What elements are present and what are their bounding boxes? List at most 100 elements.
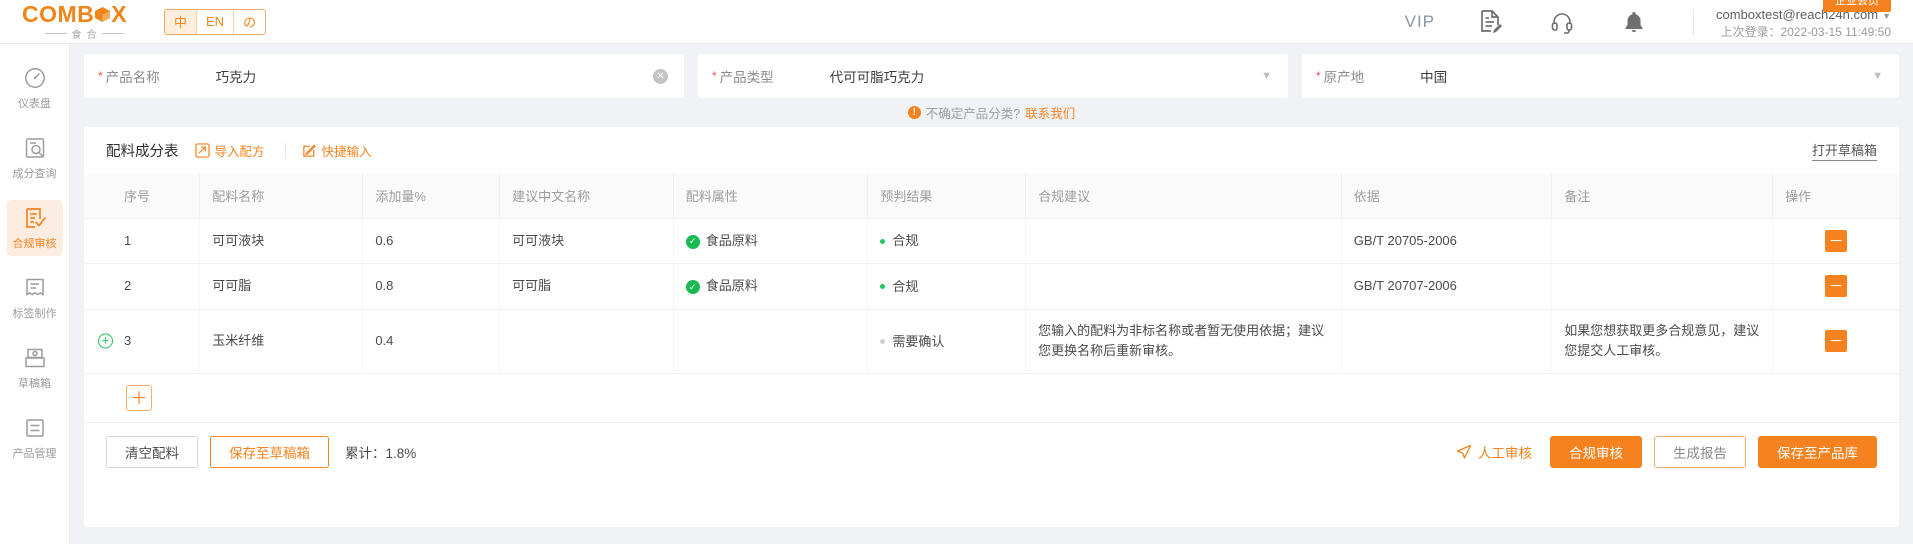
table-row[interactable]: + 3 玉米纤维 0.4 需要确认 您输入的配料为非标名称或者暂无使用依据；建议… [84, 309, 1899, 375]
sidebar-item-ingredient-search[interactable]: 成分查询 [7, 130, 63, 186]
th-basis: 依据 [1341, 173, 1553, 219]
total-amount-text: 累计：1.8% [345, 446, 417, 462]
manual-review-link[interactable]: 人工审核 [1456, 442, 1532, 462]
cell-note: 如果您想获取更多合规意见，建议您提交人工审核。 [1551, 309, 1774, 375]
cell-prediction: 合规 [867, 218, 1027, 265]
product-type-field[interactable]: * 产品类型 代可可脂巧克力 ▼ [698, 54, 1288, 98]
add-row-inline-icon[interactable]: + [98, 333, 113, 349]
cell-amount[interactable]: 0.4 [362, 309, 501, 375]
bell-icon[interactable] [1621, 9, 1647, 35]
logo-wordmark: COMB X [22, 2, 146, 25]
cell-name[interactable]: 玉米纤维 [199, 309, 364, 375]
product-name-label: 产品名称 [105, 70, 160, 85]
cell-name[interactable]: 可可液块 [199, 218, 364, 265]
index-label: 3 [124, 332, 132, 348]
product-name-value[interactable]: 巧克力 [216, 66, 257, 86]
remove-row-button[interactable]: － [1825, 230, 1848, 252]
cell-suggestion: 您输入的配料为非标名称或者暂无使用依据；建议您更换名称后重新审核。 [1025, 309, 1342, 375]
table-header-row: 序号 配料名称 添加量% 建议中文名称 配料属性 预判结果 合规建议 依据 备注… [84, 173, 1899, 219]
attribute-label: 食品原料 [705, 278, 758, 294]
save-draft-button[interactable]: 保存至草稿箱 [210, 436, 329, 469]
cell-index: + 3 [84, 309, 201, 375]
attribute-tag: ✓ 食品原料 [685, 231, 758, 252]
lang-option-zh[interactable]: 中 [165, 9, 198, 34]
open-draft-box-link[interactable]: 打开草稿箱 [1811, 140, 1877, 161]
generate-report-button[interactable]: 生成报告 [1654, 436, 1746, 469]
status-dot-icon [880, 339, 886, 345]
chevron-down-icon[interactable]: ▼ [1872, 70, 1883, 82]
sidebar-item-dashboard[interactable]: 仪表盘 [7, 60, 63, 116]
clear-ingredients-button[interactable]: 清空配料 [106, 436, 198, 469]
table-row[interactable]: 2 可可脂 0.8 可可脂 ✓ 食品原料 合规 GB/T 20707-2006 … [84, 263, 1899, 310]
quick-input-label: 快捷输入 [321, 144, 372, 159]
chevron-down-icon[interactable]: ▼ [1261, 70, 1272, 82]
lang-option-ja[interactable]: の [234, 10, 265, 34]
hint-text: 不确定产品分类? [925, 106, 1021, 121]
cell-name[interactable]: 可可脂 [199, 263, 364, 310]
document-edit-icon[interactable] [1477, 9, 1503, 35]
save-to-product-library-button[interactable]: 保存至产品库 [1758, 436, 1877, 469]
lang-option-en[interactable]: EN [197, 9, 235, 34]
th-attribute: 配料属性 [673, 173, 869, 219]
manual-review-label: 人工审核 [1478, 446, 1532, 462]
th-suggestion: 合规建议 [1025, 173, 1342, 219]
dashboard-icon [23, 66, 47, 90]
prediction-label: 合规 [892, 233, 919, 249]
th-name: 配料名称 [199, 173, 364, 219]
headset-icon[interactable] [1549, 9, 1575, 35]
user-menu[interactable]: 企业会员 comboxtest@reach24h.com ▼ 上次登录：2022-… [1716, 0, 1891, 40]
sidebar-item-product-management[interactable]: 产品管理 [7, 410, 63, 466]
label-maker-icon [23, 276, 47, 300]
cell-suggestion [1025, 263, 1342, 310]
sidebar-item-label-maker[interactable]: 标签制作 [7, 270, 63, 326]
quick-input-button[interactable]: 快捷输入 [302, 141, 372, 160]
ingredient-panel: 配料成分表 导入配方 快捷输入 打开草稿箱 序号 配料名称 添加量% 建议中文名… [84, 127, 1899, 527]
remove-row-button[interactable]: － [1825, 275, 1848, 298]
cell-note [1551, 218, 1774, 265]
draft-box-icon [23, 346, 47, 370]
top-divider [1693, 8, 1695, 35]
sidebar-item-label: 标签制作 [12, 307, 57, 320]
logo-rule-left [44, 32, 67, 34]
panel-header: 配料成分表 导入配方 快捷输入 打开草稿箱 [84, 127, 1899, 173]
cell-note [1551, 263, 1774, 310]
sidebar-item-label: 合规审核 [12, 237, 57, 250]
status-badge: 需要确认 [880, 332, 944, 353]
th-note: 备注 [1551, 173, 1774, 219]
cube-icon [94, 5, 111, 22]
logo[interactable]: COMB X 食 合 [22, 2, 146, 41]
top-bar: COMB X 食 合 中 EN の VIP 企业会员 comboxtest@re… [0, 0, 1913, 44]
sidebar-item-label: 草稿箱 [18, 377, 51, 390]
logo-tagline-right: 合 [86, 29, 97, 41]
table-row[interactable]: 1 可可液块 0.6 可可液块 ✓ 食品原料 合规 GB/T 20705-200… [84, 218, 1899, 265]
vip-link[interactable]: VIP [1405, 12, 1435, 32]
panel-footer: 清空配料 保存至草稿箱 累计：1.8% 人工审核 合规审核 生成报告 保存至产品… [84, 423, 1899, 481]
add-ingredient-button[interactable]: ＋ [126, 385, 152, 412]
sidebar: 仪表盘 成分查询 合规审核 标签制作 草稿箱 产品管理 [0, 44, 70, 544]
th-prediction: 预判结果 [867, 173, 1027, 219]
chevron-down-icon[interactable]: ▼ [1882, 11, 1891, 21]
language-switcher[interactable]: 中 EN の [164, 8, 267, 35]
remove-row-button[interactable]: － [1825, 330, 1848, 353]
sidebar-item-compliance-review[interactable]: 合规审核 [6, 200, 63, 256]
table-body: 1 可可液块 0.6 可可液块 ✓ 食品原料 合规 GB/T 20705-200… [84, 218, 1899, 375]
sidebar-item-draft-box[interactable]: 草稿箱 [7, 340, 63, 396]
compliance-review-button[interactable]: 合规审核 [1550, 436, 1642, 469]
import-formula-button[interactable]: 导入配方 [194, 141, 265, 160]
cell-cn-name: 可可脂 [499, 263, 674, 310]
attribute-label: 食品原料 [705, 233, 758, 249]
cell-amount[interactable]: 0.6 [362, 218, 501, 265]
clear-circle-icon[interactable]: ✕ [653, 68, 668, 84]
th-amount: 添加量% [362, 173, 501, 219]
contact-us-link[interactable]: 联系我们 [1025, 103, 1075, 122]
product-type-value[interactable]: 代可可脂巧克力 [830, 66, 925, 86]
cell-amount[interactable]: 0.8 [362, 263, 501, 310]
cell-operation: － [1772, 309, 1899, 375]
cell-operation: － [1772, 218, 1899, 265]
panel-header-divider [284, 142, 286, 158]
origin-field[interactable]: * 原产地 中国 ▼ [1302, 54, 1899, 98]
logo-tagline-left: 食 [71, 29, 82, 41]
origin-value[interactable]: 中国 [1420, 66, 1447, 86]
product-name-field[interactable]: * 产品名称 巧克力 ✕ [84, 54, 684, 98]
classification-hint: ! 不确定产品分类? 联系我们 [84, 101, 1899, 123]
